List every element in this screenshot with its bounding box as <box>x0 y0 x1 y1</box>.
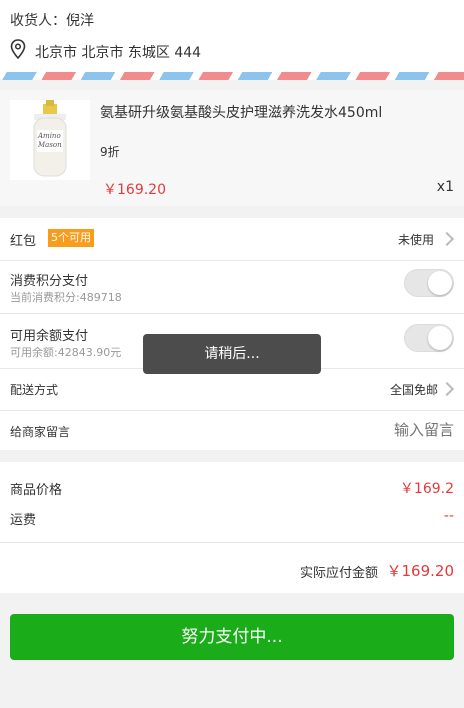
product-discount: 9折 <box>100 145 120 159</box>
goods-price-value: ￥169.2 <box>399 481 454 497</box>
airmail-stripe <box>0 72 464 80</box>
delivery-value: 全国免邮 <box>389 383 438 397</box>
message-input[interactable] <box>314 418 454 442</box>
delivery-row[interactable]: 配送方式 全国免邮 <box>0 369 464 409</box>
red-packet-row[interactable]: 红包 5个可用 未使用 <box>0 218 464 260</box>
message-label: 给商家留言 <box>10 425 71 439</box>
balance-label: 可用余额支付 <box>10 329 89 344</box>
product-quantity: x1 <box>436 179 454 195</box>
message-row: 给商家留言 <box>0 411 464 450</box>
red-packet-badge: 5个可用 <box>48 229 94 247</box>
address-location: 北京市 北京市 东城区 444 <box>35 45 202 61</box>
address-section[interactable]: 收货人：倪洋 北京市 北京市 东城区 444 <box>0 0 464 72</box>
red-packet-label: 红包 <box>10 234 37 249</box>
shipping-value: -- <box>443 508 454 524</box>
product-image-text-1: Amino <box>38 132 61 140</box>
points-toggle[interactable] <box>404 269 454 297</box>
total-value: ￥169.20 <box>386 562 455 580</box>
product-image: Amino Mason <box>10 100 90 180</box>
total-label: 实际应付金额 <box>299 566 378 581</box>
red-packet-value: 未使用 <box>397 233 434 247</box>
pay-button[interactable]: 努力支付中... <box>10 614 454 660</box>
toggle-knob <box>428 326 452 350</box>
balance-toggle[interactable] <box>404 324 454 352</box>
points-row: 消费积分支付 当前消费积分:489718 <box>0 261 464 313</box>
loading-toast: 请稍后... <box>143 334 321 374</box>
product-name: 氨基研升级氨基酸头皮护理滋养洗发水450ml <box>100 105 383 121</box>
chevron-right-icon <box>439 381 455 397</box>
map-pin-icon <box>10 39 26 60</box>
balance-sub: 可用余额:42843.90元 <box>10 346 122 359</box>
delivery-label: 配送方式 <box>10 383 59 397</box>
price-summary: 商品价格 ￥169.2 运费 -- <box>0 462 464 542</box>
goods-price-label: 商品价格 <box>10 483 63 498</box>
product-image-text-2: Mason <box>38 141 62 149</box>
toggle-knob <box>428 271 452 295</box>
shipping-label: 运费 <box>10 513 37 528</box>
chevron-right-icon <box>439 231 455 247</box>
points-sub: 当前消费积分:489718 <box>10 291 122 304</box>
product-card[interactable]: Amino Mason 氨基研升级氨基酸头皮护理滋养洗发水450ml 9折 ￥1… <box>0 90 464 206</box>
total-row: 实际应付金额 ￥169.20 <box>0 543 464 593</box>
points-label: 消费积分支付 <box>10 274 89 289</box>
product-price: ￥169.20 <box>103 182 166 198</box>
receiver-label: 收货人：倪洋 <box>10 13 94 29</box>
